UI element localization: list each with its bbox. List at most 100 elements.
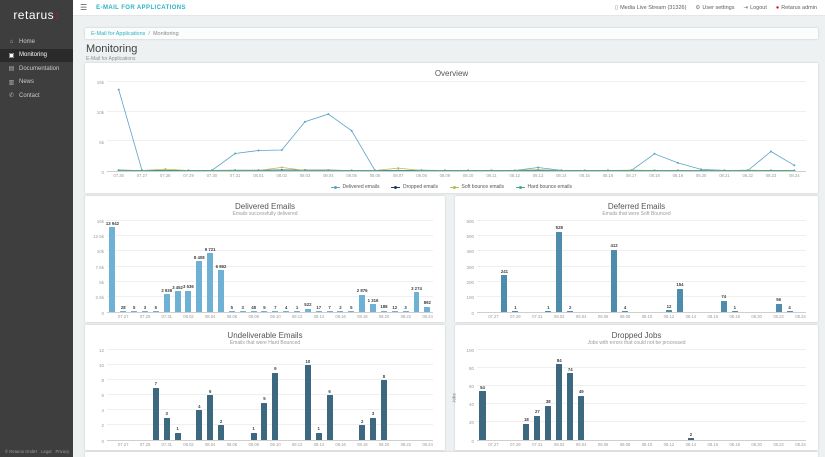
plot-area: 07.2707.2907.3108.0208.0408.0608.0808.10… xyxy=(107,221,433,313)
y-axis-tick-label: 100 xyxy=(466,295,474,300)
legend-item[interactable]: Soft bounce emails xyxy=(450,184,504,190)
legend-item[interactable]: Dropped emails xyxy=(391,184,438,190)
bar xyxy=(327,395,333,440)
plot-area: 07.2707.2907.3108.0208.0408.0608.0808.10… xyxy=(107,350,433,441)
bar-value-label: 2 xyxy=(220,419,222,424)
legend-item[interactable]: Delivered emails xyxy=(331,184,379,190)
y-axis-tick-label: 60 xyxy=(469,384,474,389)
retarus-logo-text: retarus xyxy=(13,8,54,22)
bar xyxy=(207,253,213,312)
bar xyxy=(120,311,126,312)
bar xyxy=(392,311,398,312)
bar-value-label: 74 xyxy=(721,294,726,299)
breadcrumb-parent-link[interactable]: E-Mail for Applications xyxy=(91,31,145,37)
y-axis-tick-label: 400 xyxy=(466,249,474,254)
bar xyxy=(556,232,562,312)
bar-slot xyxy=(140,350,151,440)
x-axis-tick-label: 08.08 xyxy=(248,442,258,447)
bar-slot: 49 xyxy=(576,350,587,440)
bar xyxy=(403,311,409,312)
bar-slot: 154 xyxy=(674,221,685,312)
bar xyxy=(153,311,159,312)
bar-slot: 1 xyxy=(292,221,303,312)
x-axis-tick-label: 08.20 xyxy=(379,314,389,319)
logout-button[interactable]: ⇥ Logout xyxy=(743,5,766,11)
y-axis-tick-label: 500 xyxy=(466,234,474,239)
sidebar-item-home[interactable]: ⌂ Home xyxy=(0,35,73,49)
bar-value-label: 154 xyxy=(676,282,683,287)
bar xyxy=(776,304,782,312)
sidebar-item-news[interactable]: ▥ News xyxy=(0,76,73,90)
bar-value-label: 1 316 xyxy=(368,298,379,303)
bar-value-label: 7 xyxy=(274,305,276,310)
x-axis-tick-label: 07.31 xyxy=(230,173,240,178)
x-axis-tick-label: 08.04 xyxy=(205,314,215,319)
x-axis-tick-label: 08.23 xyxy=(766,173,776,178)
y-axis: 020406080100 xyxy=(461,350,477,441)
x-axis-tick-label: 08.04 xyxy=(205,442,215,447)
bar xyxy=(732,311,738,312)
bar xyxy=(327,311,333,312)
plot-row: 05k10k15k 07.2607.2707.2807.2907.3007.31… xyxy=(85,78,818,181)
bar-value-label: 5 xyxy=(263,305,265,310)
x-axis-tick-label: 08.14 xyxy=(686,442,696,447)
sidebar: retarus: ⌂ Home ▣ Monitoring ▤ Documenta… xyxy=(0,0,73,457)
y-axis-tick-label: 0 xyxy=(101,170,104,175)
menu-icon[interactable]: ☰ xyxy=(80,3,87,12)
bar-slot: 1 xyxy=(248,350,259,440)
bar-slot: 18 xyxy=(521,350,532,440)
x-axis-tick-label: 07.27 xyxy=(137,173,147,178)
bar xyxy=(721,301,727,312)
bar-slot xyxy=(631,221,642,312)
bar-slot xyxy=(532,221,543,312)
bar-slot: 1 xyxy=(729,221,740,312)
bar-value-label: 9 721 xyxy=(205,247,216,252)
bar xyxy=(196,261,202,312)
sidebar-item-documentation[interactable]: ▤ Documentation xyxy=(0,62,73,76)
bar-value-label: 522 xyxy=(304,302,311,307)
x-axis-tick-label: 08.22 xyxy=(401,314,411,319)
sidebar-item-label: Documentation xyxy=(19,66,59,72)
privacy-link[interactable]: Privacy xyxy=(55,449,69,454)
bar-value-label: 18 xyxy=(524,417,529,422)
x-axis-tick-label: 08.02 xyxy=(183,442,193,447)
bar-slot: 27 xyxy=(532,350,543,440)
bar-slot xyxy=(653,221,664,312)
bar-slot xyxy=(576,221,587,312)
bar xyxy=(229,311,235,312)
app-title[interactable]: E-MAIL FOR APPLICATIONS xyxy=(96,5,186,11)
stream-selector[interactable]: ▯ Media Live Stream (31326) xyxy=(615,5,686,11)
bar-value-label: 1 xyxy=(252,426,254,431)
legal-link[interactable]: Legal xyxy=(41,449,51,454)
legend-item[interactable]: Hard bounce emails xyxy=(516,184,572,190)
x-axis-tick-label: 08.17 xyxy=(626,173,636,178)
bars: 7314621591016238 xyxy=(107,350,433,440)
x-axis-tick-label: 08.16 xyxy=(335,442,345,447)
bar-slot: 3 xyxy=(140,221,151,312)
y-axis-tick-label: 40 xyxy=(469,402,474,407)
bar-slot: 3 xyxy=(237,221,248,312)
bar-value-label: 892 xyxy=(424,300,431,305)
y-axis: 024681012 xyxy=(91,350,107,441)
x-axis-tick-label: 08.08 xyxy=(620,442,630,447)
legend-label: Hard bounce emails xyxy=(528,184,572,190)
bar-slot: 6 xyxy=(205,350,216,440)
admin-menu[interactable]: ● Retarus admin xyxy=(776,5,817,11)
bar-slot: 1 xyxy=(510,221,521,312)
bar xyxy=(272,373,278,441)
bar xyxy=(523,424,529,440)
x-axis-tick-label: 07.29 xyxy=(510,442,520,447)
bar-slot xyxy=(183,350,194,440)
bar-slot: 3 452 xyxy=(172,221,183,312)
bar xyxy=(512,311,518,312)
user-settings-button[interactable]: ⚙ User settings xyxy=(695,5,734,11)
x-axis-tick-label: 07.28 xyxy=(160,173,170,178)
bar xyxy=(153,388,159,441)
x-axis-tick-label: 08.11 xyxy=(486,173,496,178)
book-icon: ▤ xyxy=(8,65,15,72)
sidebar-item-monitoring[interactable]: ▣ Monitoring xyxy=(0,49,73,63)
x-axis-tick-label: 08.12 xyxy=(510,173,520,178)
sidebar-item-contact[interactable]: ✆ Contact xyxy=(0,89,73,103)
chart-title: Delivered Emails xyxy=(85,202,445,211)
x-axis-tick-label: 08.18 xyxy=(357,314,367,319)
